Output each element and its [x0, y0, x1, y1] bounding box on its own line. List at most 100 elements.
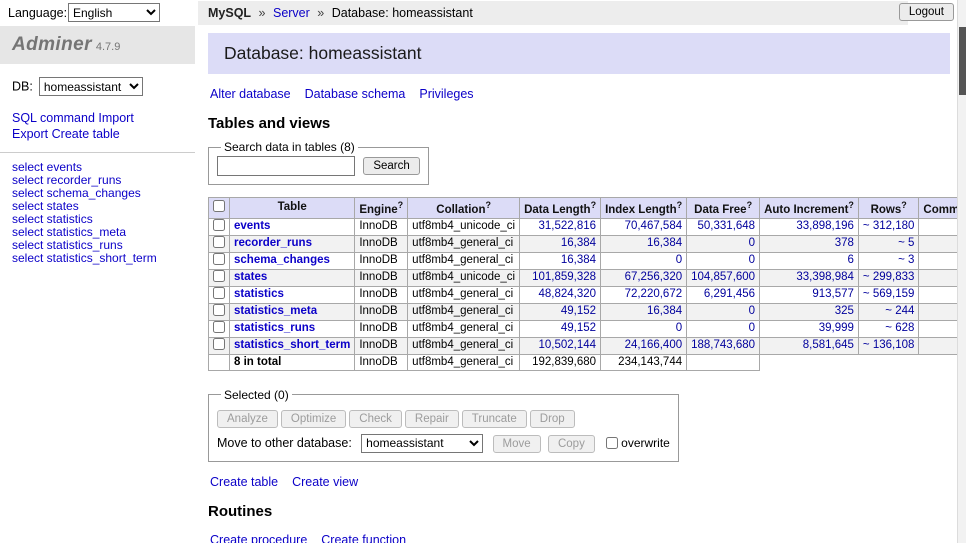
language-label: Language: [8, 6, 67, 20]
sidebar-link-import[interactable]: Import [98, 111, 133, 125]
data-free-cell: 6,291,456 [687, 286, 760, 303]
help-icon[interactable]: ? [747, 200, 753, 210]
search-input[interactable] [217, 156, 355, 176]
footer-create-table[interactable]: Create table [210, 475, 278, 489]
help-icon[interactable]: ? [398, 200, 404, 210]
rows-count-link[interactable]: ~ 3 [898, 254, 914, 266]
engine-cell: InnoDB [355, 235, 408, 252]
sidebar-link-export[interactable]: Export [12, 127, 48, 141]
engine-cell: InnoDB [355, 303, 408, 320]
row-checkbox[interactable] [213, 219, 225, 231]
rows-count-link[interactable]: ~ 244 [885, 305, 914, 317]
move-row: Move to other database: homeassistant Mo… [217, 434, 670, 454]
help-icon[interactable]: ? [901, 200, 907, 210]
column-header-data-length[interactable]: Data Length? [520, 198, 601, 219]
row-checkbox[interactable] [213, 304, 225, 316]
db-action-privileges[interactable]: Privileges [419, 87, 473, 101]
routine-create-function[interactable]: Create function [321, 533, 406, 543]
row-select-cell [209, 269, 230, 286]
row-select-cell [209, 303, 230, 320]
scrollbar-thumb[interactable] [959, 27, 966, 95]
select-all-checkbox[interactable] [213, 200, 225, 212]
db-select[interactable]: homeassistant [39, 77, 143, 96]
sidebar-select-statistics-short-term[interactable]: select statistics_short_term [12, 252, 183, 265]
comment-cell [919, 320, 957, 337]
table-link-statistics-meta[interactable]: statistics_meta [234, 305, 317, 317]
breadcrumb-mysql[interactable]: MySQL [208, 6, 251, 20]
row-checkbox[interactable] [213, 236, 225, 248]
column-header-engine[interactable]: Engine? [355, 198, 408, 219]
overwrite-checkbox[interactable] [606, 437, 618, 449]
truncate-button[interactable]: Truncate [462, 410, 527, 428]
index-length-cell: 67,256,320 [601, 269, 687, 286]
logout-button[interactable]: Logout [899, 3, 954, 21]
column-header-comment[interactable]: Comment? [919, 198, 957, 219]
column-header-index-length[interactable]: Index Length? [601, 198, 687, 219]
rows-count-link[interactable]: ~ 569,159 [863, 288, 914, 300]
column-header-collation[interactable]: Collation? [408, 198, 520, 219]
row-checkbox[interactable] [213, 253, 225, 265]
auto-increment-cell: 6 [760, 252, 859, 269]
column-header-data-free[interactable]: Data Free? [687, 198, 760, 219]
scrollbar-track[interactable] [957, 0, 966, 543]
table-link-states[interactable]: states [234, 271, 267, 283]
move-database-select[interactable]: homeassistant [361, 434, 483, 453]
help-icon[interactable]: ? [591, 200, 597, 210]
table-link-statistics-runs[interactable]: statistics_runs [234, 322, 315, 334]
table-row: schema_changesInnoDButf8mb4_general_ci16… [209, 252, 958, 269]
routine-create-procedure[interactable]: Create procedure [210, 533, 307, 543]
table-link-schema-changes[interactable]: schema_changes [234, 254, 330, 266]
column-header-table: Table [230, 198, 355, 219]
optimize-button[interactable]: Optimize [281, 410, 346, 428]
rows-count-link[interactable]: ~ 5 [898, 237, 914, 249]
data-free-cell: 188,743,680 [687, 337, 760, 354]
copy-button[interactable]: Copy [548, 435, 595, 453]
help-icon[interactable]: ? [485, 200, 491, 210]
index-length-cell: 70,467,584 [601, 218, 687, 235]
breadcrumb-current: Database: homeassistant [332, 6, 473, 20]
breadcrumb: MySQL » Server » Database: homeassistant [198, 1, 908, 25]
rows-count-link[interactable]: ~ 312,180 [863, 220, 914, 232]
row-checkbox[interactable] [213, 321, 225, 333]
page-title: Database: homeassistant [208, 33, 950, 74]
db-action-database-schema[interactable]: Database schema [305, 87, 406, 101]
sidebar-link-create-table[interactable]: Create table [52, 127, 120, 141]
collation-cell: utf8mb4_unicode_ci [408, 269, 520, 286]
table-link-statistics[interactable]: statistics [234, 288, 284, 300]
tables-list: TableEngine?Collation?Data Length?Index … [208, 197, 957, 371]
row-select-cell [209, 218, 230, 235]
column-header-auto-increment[interactable]: Auto Increment? [760, 198, 859, 219]
table-link-events[interactable]: events [234, 220, 270, 232]
auto-increment-cell: 325 [760, 303, 859, 320]
row-checkbox[interactable] [213, 287, 225, 299]
language-select[interactable]: English [68, 3, 160, 22]
repair-button[interactable]: Repair [405, 410, 459, 428]
data-free-cell: 0 [687, 303, 760, 320]
collation-cell: utf8mb4_general_ci [408, 320, 520, 337]
database-actions: Alter database Database schema Privileges [210, 87, 948, 101]
rows-count-link[interactable]: ~ 628 [885, 322, 914, 334]
table-link-recorder-runs[interactable]: recorder_runs [234, 237, 312, 249]
sidebar-link-sql-command[interactable]: SQL command [12, 111, 95, 125]
column-header-rows[interactable]: Rows? [858, 198, 918, 219]
drop-button[interactable]: Drop [530, 410, 575, 428]
row-checkbox[interactable] [213, 270, 225, 282]
header-row: TableEngine?Collation?Data Length?Index … [209, 198, 958, 219]
rows-count-link[interactable]: ~ 299,833 [863, 271, 914, 283]
auto-increment-cell: 39,999 [760, 320, 859, 337]
db-action-alter-database[interactable]: Alter database [210, 87, 291, 101]
help-icon[interactable]: ? [677, 200, 683, 210]
search-button[interactable]: Search [363, 157, 419, 175]
comment-cell [919, 303, 957, 320]
footer-create-view[interactable]: Create view [292, 475, 358, 489]
row-checkbox[interactable] [213, 338, 225, 350]
rows-count-link[interactable]: ~ 136,108 [863, 339, 914, 351]
move-button[interactable]: Move [493, 435, 541, 453]
db-selector-row: DB:homeassistant [0, 64, 195, 96]
breadcrumb-server[interactable]: Server [273, 6, 310, 20]
routines-links: Create procedure Create function [210, 533, 948, 543]
help-icon[interactable]: ? [848, 200, 854, 210]
check-button[interactable]: Check [349, 410, 402, 428]
analyze-button[interactable]: Analyze [217, 410, 278, 428]
table-link-statistics-short-term[interactable]: statistics_short_term [234, 339, 350, 351]
